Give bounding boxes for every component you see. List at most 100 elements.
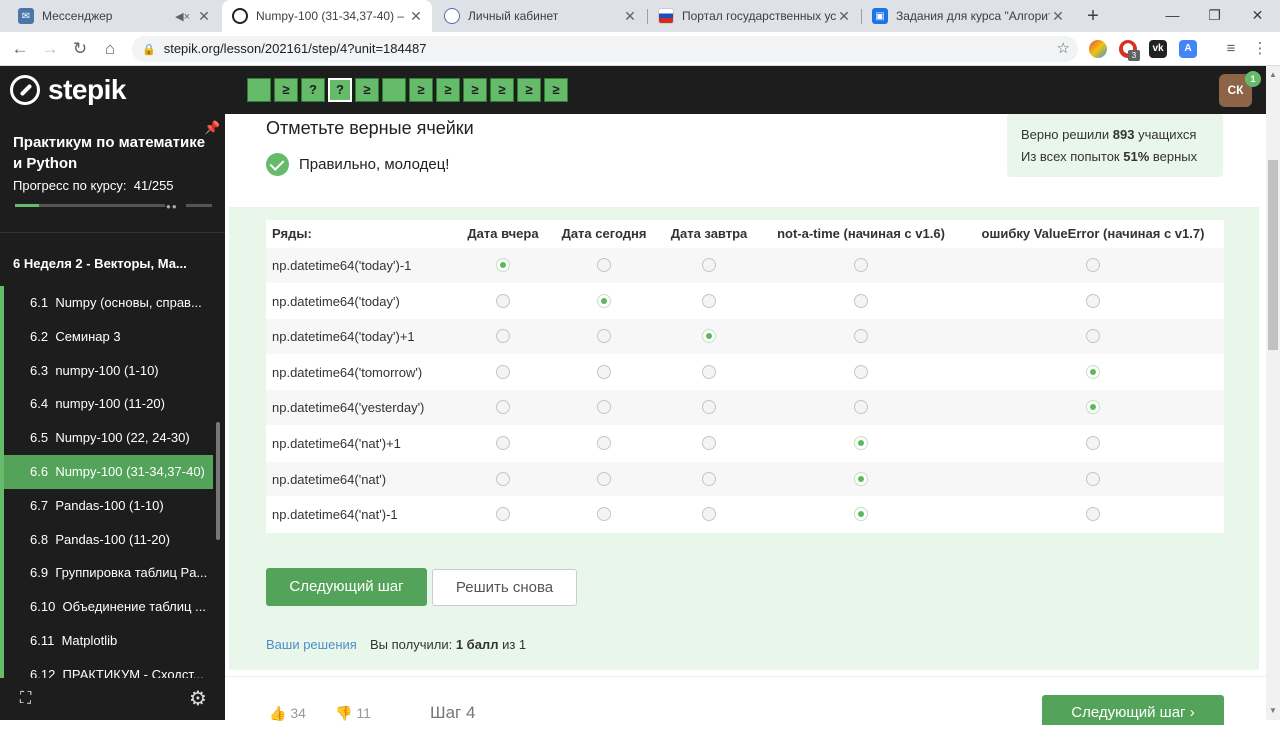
radio-button[interactable] <box>1086 471 1100 486</box>
step-code-button[interactable]: ≥ <box>544 78 568 102</box>
sidebar-lesson-item[interactable]: 6.6 Numpy-100 (31-34,37-40) <box>0 455 213 489</box>
media-control-icon[interactable]: ≡ <box>1219 37 1243 61</box>
close-tab-icon[interactable]: ✕ <box>408 8 424 25</box>
radio-button[interactable] <box>854 364 868 379</box>
radio-button[interactable] <box>854 258 868 272</box>
radio-button[interactable] <box>702 400 716 415</box>
sidebar-lesson-item[interactable]: 6.7 Pandas-100 (1-10) <box>0 488 213 523</box>
sidebar-lesson-item[interactable]: 6.9 Группировка таблиц Pa... <box>0 556 213 591</box>
radio-button[interactable] <box>854 471 868 486</box>
radio-button[interactable] <box>496 293 510 308</box>
sidebar-lesson-item[interactable]: 6.3 numpy-100 (1-10) <box>0 353 213 388</box>
radio-button[interactable] <box>1086 507 1100 522</box>
radio-button[interactable] <box>702 329 716 344</box>
radio-button[interactable] <box>702 258 716 272</box>
module-title[interactable]: 6 Неделя 2 - Векторы, Ма... <box>13 256 187 271</box>
step-text-button[interactable] <box>247 78 271 102</box>
radio-button[interactable] <box>702 471 716 486</box>
radio-button[interactable] <box>1086 293 1100 308</box>
fullscreen-icon[interactable]: ⛶ <box>20 690 31 708</box>
radio-button[interactable] <box>702 293 716 308</box>
close-window-button[interactable]: ✕ <box>1235 0 1280 32</box>
radio-button[interactable] <box>854 435 868 450</box>
minimize-button[interactable]: — <box>1150 0 1195 32</box>
browser-tab-active[interactable]: Numpy-100 (31-34,37-40) – Ш ✕ <box>222 0 432 32</box>
back-icon[interactable]: ← <box>8 37 32 61</box>
translate-icon[interactable]: A <box>1179 40 1197 58</box>
mute-icon[interactable]: ◀× <box>175 10 190 23</box>
browser-tab[interactable]: ✉ Мессенджер ◀× ✕ <box>8 0 220 32</box>
sidebar-scrollbar[interactable] <box>216 422 220 540</box>
address-bar[interactable]: 🔒 stepik.org/lesson/202161/step/4?unit=18… <box>132 36 1078 62</box>
sidebar-lesson-item[interactable]: 6.1 Numpy (основы, справ... <box>0 286 213 320</box>
radio-button[interactable] <box>496 435 510 450</box>
step-code-button[interactable]: ≥ <box>517 78 541 102</box>
radio-button[interactable] <box>854 293 868 308</box>
radio-button[interactable] <box>496 258 510 272</box>
sidebar-lesson-item[interactable]: 6.5 Numpy-100 (22, 24-30) <box>0 421 213 456</box>
next-step-button[interactable]: Следующий шаг <box>266 568 427 606</box>
radio-button[interactable] <box>496 400 510 415</box>
course-title[interactable]: Практикум по математике и Python <box>13 132 208 174</box>
radio-button[interactable] <box>702 364 716 379</box>
scrollbar-thumb[interactable] <box>1268 160 1278 350</box>
step-quiz-button[interactable]: ? <box>301 78 325 102</box>
radio-button[interactable] <box>597 471 611 486</box>
solutions-link[interactable]: Ваши решения <box>266 637 357 652</box>
radio-button[interactable] <box>702 435 716 450</box>
browser-tab[interactable]: ▣ Задания для курса "Алгоритм ✕ <box>862 0 1074 32</box>
radio-button[interactable] <box>597 258 611 272</box>
radio-button[interactable] <box>597 507 611 522</box>
close-tab-icon[interactable]: ✕ <box>836 8 852 25</box>
radio-button[interactable] <box>597 364 611 379</box>
stepik-logo[interactable]: stepik <box>10 74 126 106</box>
radio-button[interactable] <box>496 329 510 344</box>
forward-icon[interactable]: → <box>38 37 62 61</box>
gear-icon[interactable]: ⚙ <box>189 686 207 711</box>
reload-icon[interactable]: ↻ <box>68 37 92 61</box>
radio-button[interactable] <box>1086 435 1100 450</box>
radio-button[interactable] <box>496 471 510 486</box>
radio-button[interactable] <box>597 329 611 344</box>
dislike-button[interactable]: 👎 11 <box>335 705 371 722</box>
step-text-button[interactable] <box>382 78 406 102</box>
radio-button[interactable] <box>854 329 868 344</box>
page-scrollbar[interactable]: ▲ ▼ <box>1266 66 1280 720</box>
browser-tab[interactable]: Личный кабинет ✕ <box>434 0 646 32</box>
close-tab-icon[interactable]: ✕ <box>622 8 638 25</box>
radio-button[interactable] <box>597 435 611 450</box>
like-button[interactable]: 👍 34 <box>269 705 306 722</box>
step-code-button[interactable]: ≥ <box>463 78 487 102</box>
next-step-button-bottom[interactable]: Следующий шаг › <box>1042 695 1224 725</box>
close-tab-icon[interactable]: ✕ <box>1050 8 1066 25</box>
browser-tab[interactable]: Портал государственных услу ✕ <box>648 0 860 32</box>
radio-button[interactable] <box>496 364 510 379</box>
step-code-button[interactable]: ≥ <box>490 78 514 102</box>
extension-icon[interactable] <box>1089 40 1107 58</box>
retry-button[interactable]: Решить снова <box>432 569 577 606</box>
close-tab-icon[interactable]: ✕ <box>196 8 212 25</box>
sidebar-lesson-item[interactable]: 6.4 numpy-100 (11-20) <box>0 387 213 422</box>
bookmark-star-icon[interactable]: ☆ <box>1057 36 1070 62</box>
scroll-down-icon[interactable]: ▼ <box>1269 706 1277 715</box>
radio-button[interactable] <box>1086 329 1100 344</box>
radio-button[interactable] <box>1086 364 1100 379</box>
radio-button[interactable] <box>496 507 510 522</box>
sidebar-lesson-item[interactable]: 6.11 Matplotlib <box>0 624 213 658</box>
radio-button[interactable] <box>854 400 868 415</box>
new-tab-button[interactable]: + <box>1082 5 1104 27</box>
sidebar-lesson-item[interactable]: 6.2 Семинар 3 <box>0 319 213 354</box>
maximize-button[interactable]: ❐ <box>1192 0 1237 32</box>
scroll-up-icon[interactable]: ▲ <box>1269 70 1277 79</box>
radio-button[interactable] <box>1086 258 1100 272</box>
radio-button[interactable] <box>702 507 716 522</box>
radio-button[interactable] <box>597 400 611 415</box>
home-icon[interactable]: ⌂ <box>98 37 122 61</box>
menu-icon[interactable]: ⋮ <box>1248 37 1272 61</box>
step-code-button[interactable]: ≥ <box>436 78 460 102</box>
step-code-button[interactable]: ≥ <box>355 78 379 102</box>
step-code-button[interactable]: ≥ <box>274 78 298 102</box>
sidebar-lesson-item[interactable]: 6.8 Pandas-100 (11-20) <box>0 522 213 557</box>
sidebar-lesson-item[interactable]: 6.10 Объединение таблиц ... <box>0 590 213 625</box>
radio-button[interactable] <box>597 293 611 308</box>
